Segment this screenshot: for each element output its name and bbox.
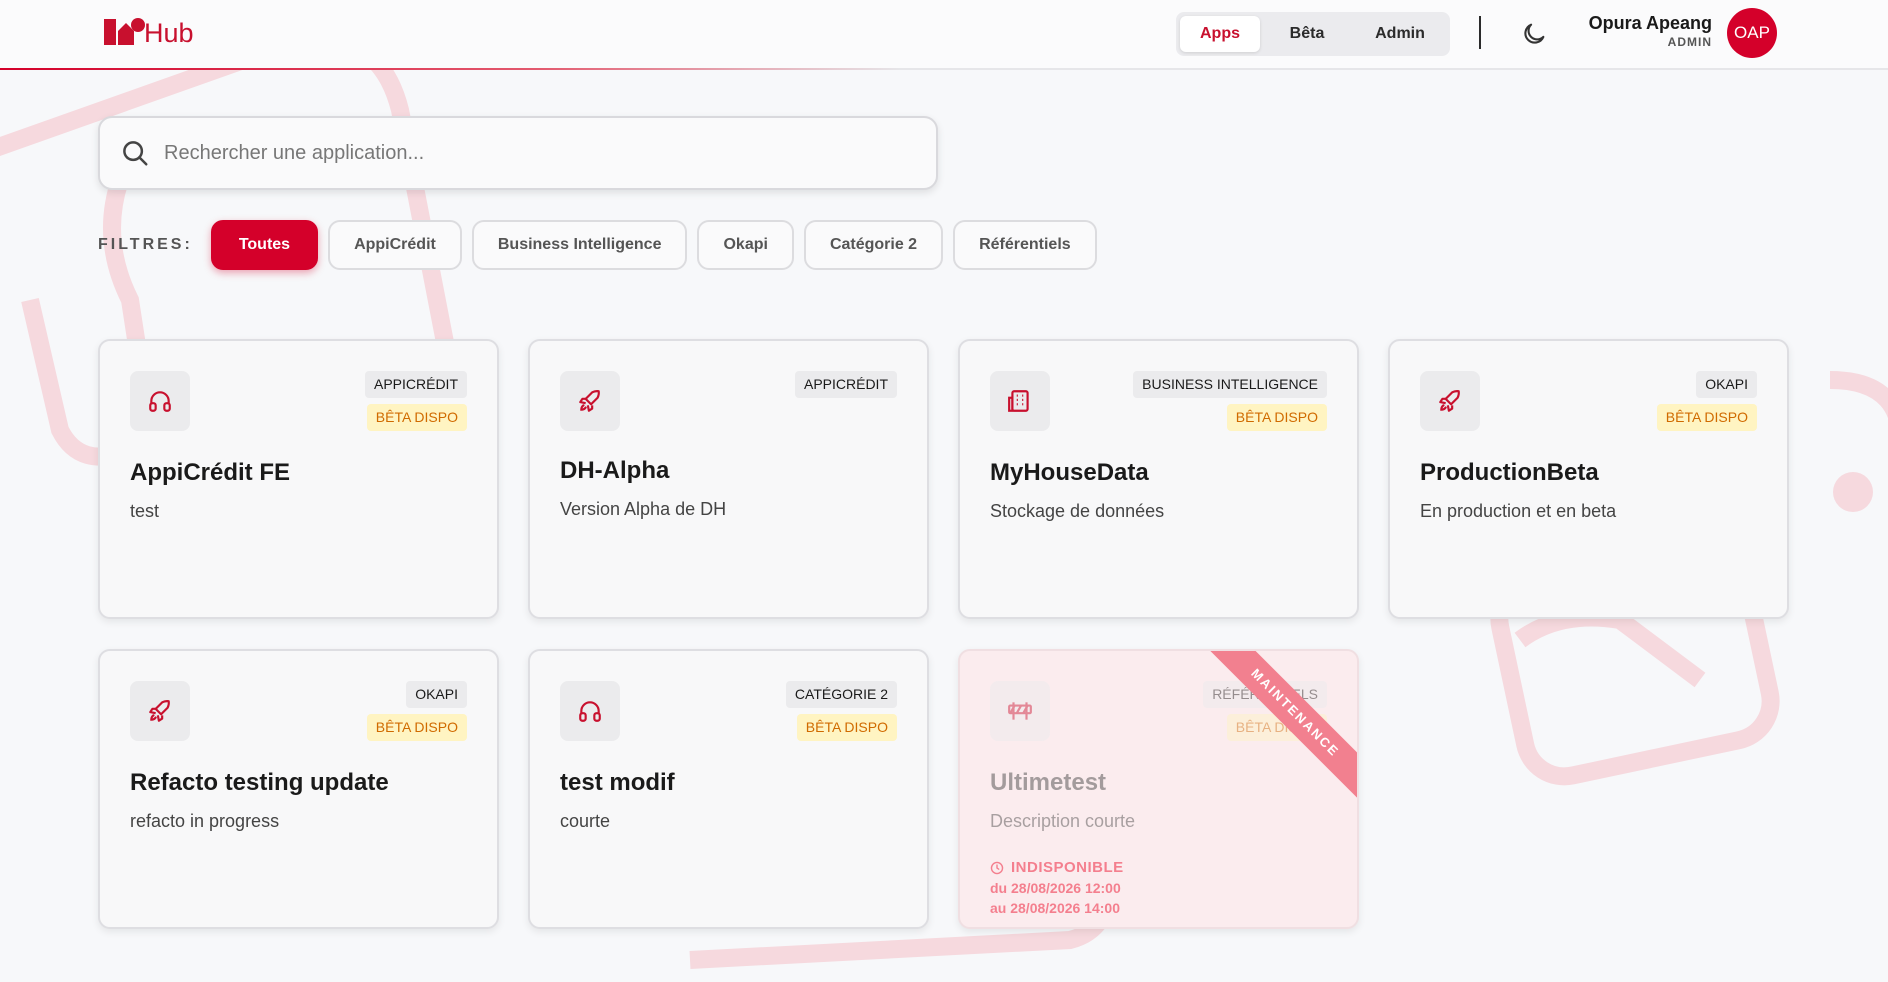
app-description: En production et en beta xyxy=(1420,501,1617,521)
filter-chip-okapi[interactable]: Okapi xyxy=(697,220,794,270)
app-icon-box xyxy=(990,681,1050,741)
unavailable-notice: INDISPONIBLE du 28/08/2026 12:00 au 28/0… xyxy=(990,859,1124,916)
app-icon-box xyxy=(560,681,620,741)
app-title: Refacto testing update xyxy=(130,769,389,796)
app-description: Stockage de données xyxy=(990,501,1165,521)
app-card-appicredit-fe[interactable]: APPICRÉDIT BÊTA DISPO AppiCrédit FE test xyxy=(98,339,499,619)
top-header: Hub Apps Bêta Admin Opura Apeang ADMIN O… xyxy=(0,0,1888,70)
unavailable-status: INDISPONIBLE xyxy=(1011,859,1124,876)
app-icon-box xyxy=(130,371,190,431)
app-title: test modif xyxy=(560,769,675,796)
app-title: ProductionBeta xyxy=(1420,459,1599,486)
app-title: DH-Alpha xyxy=(560,457,670,484)
card-badges: OKAPI BÊTA DISPO xyxy=(366,681,467,741)
category-badge: CATÉGORIE 2 xyxy=(785,681,897,708)
filter-chip-referentiels[interactable]: Référentiels xyxy=(953,220,1097,270)
filter-chip-business-intelligence[interactable]: Business Intelligence xyxy=(471,220,688,270)
app-icon-box xyxy=(560,371,620,431)
card-badges: APPICRÉDIT BÊTA DISPO xyxy=(364,371,467,431)
filter-chip-appicredit[interactable]: AppiCrédit xyxy=(328,220,462,270)
beta-badge: BÊTA DISPO xyxy=(366,714,467,741)
search-icon xyxy=(123,141,148,166)
nav-apps[interactable]: Apps xyxy=(1180,16,1260,52)
category-badge: APPICRÉDIT xyxy=(364,371,467,398)
user-name: Opura Apeang xyxy=(1588,13,1712,33)
app-description: refacto in progress xyxy=(130,811,280,831)
headphones-icon xyxy=(149,391,171,412)
card-badges: OKAPI BÊTA DISPO xyxy=(1656,371,1757,431)
logo-text: Hub xyxy=(144,18,194,48)
category-badge: APPICRÉDIT xyxy=(794,371,897,398)
nav-beta[interactable]: Bêta xyxy=(1260,16,1354,52)
app-card-refacto-testing-update[interactable]: OKAPI BÊTA DISPO Refacto testing update … xyxy=(98,649,499,929)
card-badges: APPICRÉDIT xyxy=(794,371,897,398)
moon-icon[interactable] xyxy=(1520,20,1548,48)
unavailable-from: du 28/08/2026 12:00 xyxy=(990,880,1121,896)
beta-badge: BÊTA DISPO xyxy=(1656,404,1757,431)
category-badge: BUSINESS INTELLIGENCE xyxy=(1133,371,1327,398)
nav-admin[interactable]: Admin xyxy=(1354,16,1446,52)
filters-label: FILTRES: xyxy=(98,236,193,253)
rocket-icon xyxy=(149,700,170,722)
card-badges: CATÉGORIE 2 BÊTA DISPO xyxy=(785,681,897,741)
app-title: AppiCrédit FE xyxy=(130,459,290,486)
app-card-myhousedata[interactable]: BUSINESS INTELLIGENCE BÊTA DISPO MyHouse… xyxy=(958,339,1359,619)
filter-chip-toutes[interactable]: Toutes xyxy=(210,220,319,270)
app-card-dh-alpha[interactable]: APPICRÉDIT DH-Alpha Version Alpha de DH xyxy=(528,339,929,619)
logo-mark-icon xyxy=(104,18,145,45)
user-info: Opura Apeang ADMIN xyxy=(1589,12,1712,50)
app-description: Description courte xyxy=(990,811,1136,831)
app-icon-box xyxy=(990,371,1050,431)
app-title: Ultimetest xyxy=(990,769,1107,796)
app-title: MyHouseData xyxy=(990,459,1149,486)
app-card-productionbeta[interactable]: OKAPI BÊTA DISPO ProductionBeta En produ… xyxy=(1388,339,1789,619)
header-divider xyxy=(1479,16,1481,49)
category-badge: OKAPI xyxy=(406,681,467,708)
rocket-icon xyxy=(1439,390,1460,412)
filter-bar: FILTRES: Toutes AppiCrédit Business Inte… xyxy=(98,220,1107,270)
headphones-icon xyxy=(579,701,601,722)
app-description: Version Alpha de DH xyxy=(560,499,727,519)
barrier-icon xyxy=(1008,702,1032,720)
filter-chip-categorie-2[interactable]: Catégorie 2 xyxy=(803,220,944,270)
main-nav-toggle: Apps Bêta Admin xyxy=(1176,12,1450,56)
clock-icon xyxy=(990,861,1004,874)
category-badge: OKAPI xyxy=(1696,371,1757,398)
beta-badge: BÊTA DISPO xyxy=(796,714,897,741)
unavailable-to: au 28/08/2026 14:00 xyxy=(990,900,1120,916)
hub-logo[interactable]: Hub xyxy=(102,17,194,47)
app-icon-box xyxy=(1420,371,1480,431)
building-icon xyxy=(1008,390,1029,412)
app-description: courte xyxy=(560,811,611,831)
app-icon-box xyxy=(130,681,190,741)
card-badges: BUSINESS INTELLIGENCE BÊTA DISPO xyxy=(1133,371,1327,431)
beta-badge: BÊTA DISPO xyxy=(1226,404,1327,431)
user-role: ADMIN xyxy=(1667,35,1712,49)
app-description: test xyxy=(130,501,160,521)
search-input[interactable] xyxy=(164,141,904,165)
rocket-icon xyxy=(579,390,600,412)
beta-badge: BÊTA DISPO xyxy=(366,404,467,431)
app-card-ultimetest[interactable]: RÉFÉRENTIELS BÊTA DISPO Ultimetest Descr… xyxy=(958,649,1359,929)
app-card-test-modif[interactable]: CATÉGORIE 2 BÊTA DISPO test modif courte xyxy=(528,649,929,929)
search-bar xyxy=(98,116,938,190)
avatar[interactable]: OAP xyxy=(1727,8,1777,58)
